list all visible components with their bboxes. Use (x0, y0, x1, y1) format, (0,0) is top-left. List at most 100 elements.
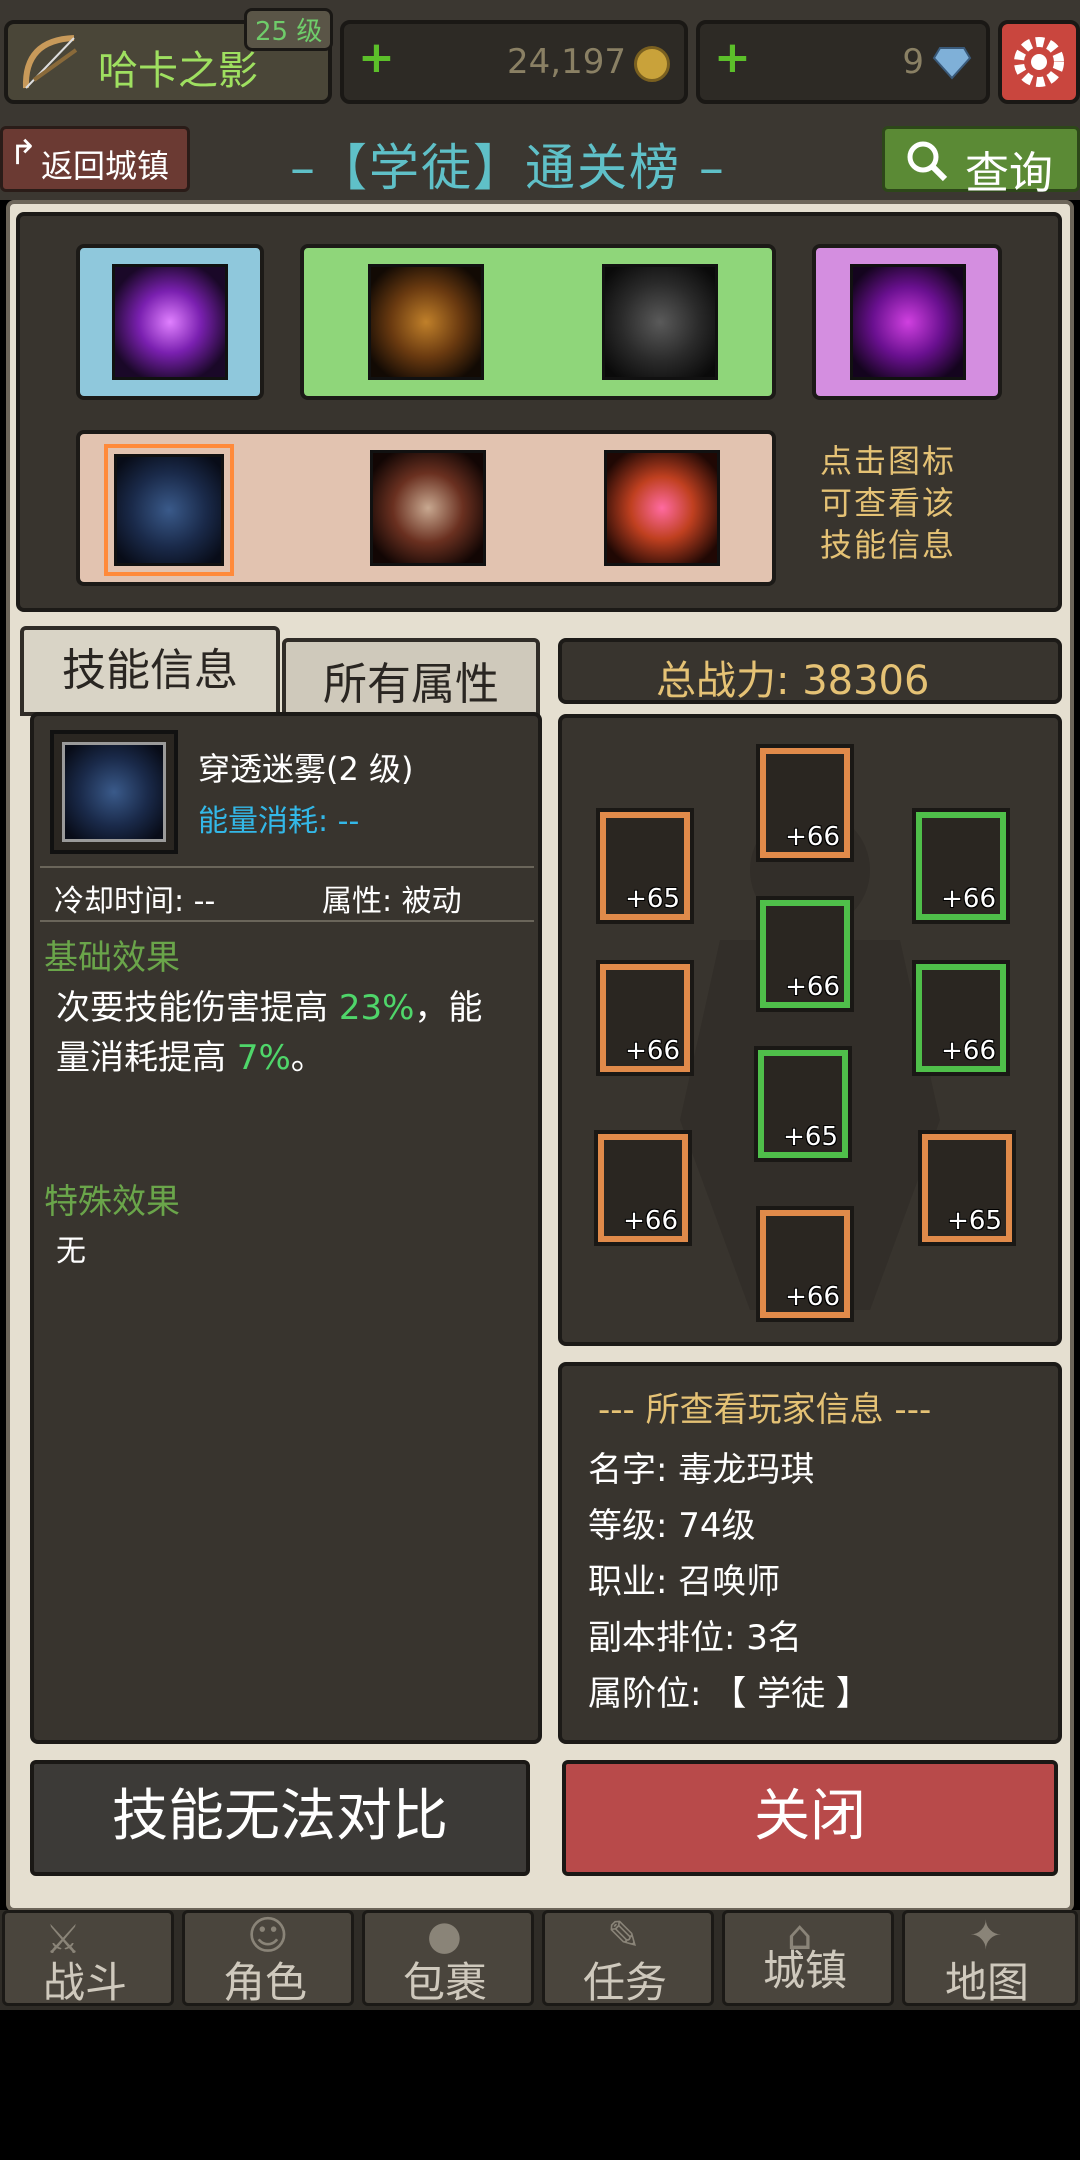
equip-level: +65 (947, 1206, 1002, 1236)
diamond-icon (932, 44, 972, 80)
gold-panel: + 24,197 (340, 20, 688, 104)
divider (40, 866, 534, 868)
special-effect-text: 无 (56, 1234, 86, 1269)
bow-icon (16, 30, 86, 96)
nav-map[interactable]: ✦ 地图 (902, 1910, 1078, 2007)
skill-slot-purple (812, 244, 1002, 400)
add-gem-button[interactable]: + (714, 32, 751, 83)
selected-skill-frame (50, 730, 178, 854)
equip-slot-glove[interactable]: +66 (916, 964, 1006, 1072)
special-effect-header: 特殊效果 (44, 1182, 180, 1222)
player-info-class: 职业: 召唤师 (588, 1562, 781, 1602)
nav-character-label: 角色 (223, 1958, 308, 2007)
equip-slot-legs[interactable]: +65 (758, 1050, 848, 1158)
settings-gear-icon[interactable] (998, 20, 1080, 104)
equip-slot-amulet[interactable]: +66 (916, 812, 1006, 920)
equip-level: +65 (783, 1122, 838, 1152)
basic-effect-percent: 23% (338, 988, 415, 1028)
player-info-name: 名字: 毒龙玛琪 (588, 1450, 815, 1490)
beast-skill-icon[interactable] (368, 264, 484, 380)
level-badge: 25 级 (244, 8, 334, 51)
basic-effect-text: 次要技能伤害提高 (56, 988, 339, 1028)
skill-energy: 能量消耗: -- (198, 804, 360, 839)
skill-cooldown: 冷却时间: -- (54, 884, 216, 919)
basic-effect-text: 量消耗提高 (56, 1038, 237, 1078)
basic-effect-line-2: 量消耗提高 7%。 (56, 1030, 325, 1079)
power-panel: 总战力: 38306 (558, 638, 1062, 704)
nav-quests-label: 任务 (583, 1958, 668, 2007)
equip-level: +66 (785, 822, 840, 852)
back-label: 返回城镇 (41, 147, 170, 185)
gold-coin-icon (634, 46, 670, 82)
skill-name: 穿透迷雾(2 级) (198, 750, 414, 788)
equip-level: +66 (625, 1036, 680, 1066)
hooded-skill-icon (62, 742, 166, 842)
player-name: 哈卡之影 (98, 48, 258, 94)
close-button[interactable]: 关闭 (562, 1760, 1058, 1876)
player-info-tier: 属阶位: 【 学徒 】 (588, 1674, 870, 1714)
nav-character[interactable]: ☺ 角色 (182, 1910, 354, 2007)
orb-skill-icon[interactable] (604, 450, 720, 566)
equip-slot-shoulder[interactable]: +66 (600, 964, 690, 1072)
hooded-skill-icon[interactable] (114, 454, 224, 566)
equip-level: +66 (785, 1282, 840, 1312)
page-title: –【学徒】通关榜 – (290, 139, 726, 197)
add-gold-button[interactable]: + (358, 32, 395, 83)
tab-all-attributes[interactable]: 所有属性 (282, 638, 540, 718)
nav-inventory-label: 包裹 (403, 1958, 488, 2007)
skill-slot-green (300, 244, 776, 400)
gold-amount: 24,197 (507, 42, 626, 82)
equip-level: +66 (941, 884, 996, 914)
armor-skill-icon[interactable] (602, 264, 718, 380)
skill-slot-blue (76, 244, 264, 400)
divider (40, 920, 534, 922)
player-info-level: 等级: 74级 (588, 1506, 756, 1546)
basic-effect-percent: 7% (236, 1038, 291, 1078)
equip-slot-chest[interactable]: +66 (760, 900, 850, 1008)
title-bar: ↱ 返回城镇 –【学徒】通关榜 – 查询 (0, 120, 1080, 200)
equip-level: +66 (941, 1036, 996, 1066)
nav-town-label: 城镇 (763, 1946, 848, 1995)
search-button[interactable]: 查询 (882, 126, 1080, 199)
mask-skill-icon[interactable] (370, 450, 486, 566)
search-label: 查询 (965, 148, 1053, 199)
search-icon (905, 139, 948, 182)
equip-slot-offhand[interactable]: +65 (922, 1134, 1012, 1242)
nav-quests[interactable]: ✎ 任务 (542, 1910, 714, 2007)
player-info-header: --- 所查看玩家信息 --- (598, 1390, 932, 1430)
compare-button[interactable]: 技能无法对比 (30, 1760, 530, 1876)
player-info-panel: --- 所查看玩家信息 --- 名字: 毒龙玛琪 等级: 74级 职业: 召唤师… (558, 1362, 1062, 1744)
equip-slot-helmet[interactable]: +66 (760, 748, 850, 858)
top-hud: 哈卡之影 25 级 + 24,197 + 9 (0, 0, 1080, 120)
skill-attribute: 属性: 被动 (322, 884, 462, 919)
basic-effect-line-1: 次要技能伤害提高 23%，能 (56, 980, 482, 1029)
hint-line-3: 技能信息 (820, 526, 957, 564)
player-info-rank: 副本排位: 3名 (588, 1618, 802, 1658)
nav-town[interactable]: ⌂ 城镇 (722, 1910, 894, 2006)
total-power: 总战力: 38306 (656, 658, 930, 704)
back-arrow-icon: ↱ (9, 133, 38, 173)
basic-effect-header: 基础效果 (44, 938, 180, 978)
skill-hint: 点击图标 可查看该 技能信息 (820, 440, 1020, 566)
equip-slot-boots[interactable]: +66 (760, 1210, 850, 1318)
equip-level: +66 (623, 1206, 678, 1236)
ghost-skill-icon[interactable] (850, 264, 966, 380)
nav-inventory[interactable]: ● 包裹 (362, 1910, 534, 2007)
equip-level: +66 (785, 972, 840, 1002)
bottom-nav: ⚔ 战斗 ☺ 角色 ● 包裹 ✎ 任务 ⌂ 城镇 ✦ 地图 (0, 1910, 1080, 2010)
equip-slot-ring[interactable]: +65 (600, 812, 690, 920)
equip-level: +65 (625, 884, 680, 914)
basic-effect-text: ，能 (414, 988, 483, 1028)
hint-line-1: 点击图标 (820, 442, 957, 480)
nav-map-label: 地图 (945, 1958, 1030, 2007)
lightning-skill-icon[interactable] (112, 264, 228, 380)
tab-skill-info[interactable]: 技能信息 (20, 626, 280, 716)
basic-effect-text: 。 (290, 1038, 325, 1078)
gem-panel: + 9 (696, 20, 990, 104)
equip-slot-weapon[interactable]: +66 (598, 1134, 688, 1242)
hint-line-2: 可查看该 (820, 484, 957, 522)
passive-skill-row (76, 430, 776, 586)
nav-battle[interactable]: ⚔ 战斗 (2, 1910, 174, 2007)
back-to-town-button[interactable]: ↱ 返回城镇 (0, 126, 190, 192)
gem-amount: 9 (902, 42, 924, 82)
